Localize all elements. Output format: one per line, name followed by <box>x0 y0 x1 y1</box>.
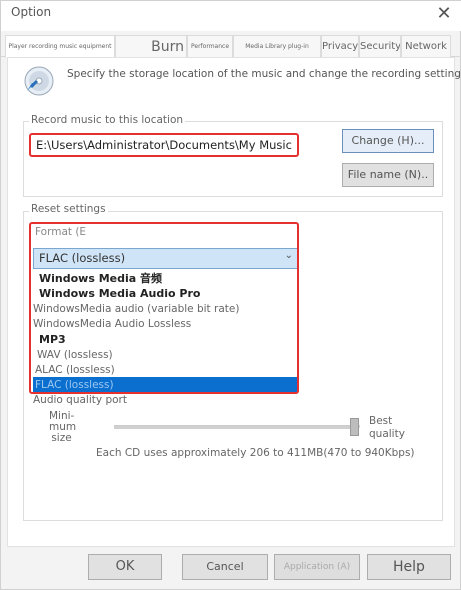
record-location-label: Record music to this location <box>29 114 186 126</box>
change-location-button[interactable]: Change (H)... <box>342 129 434 153</box>
tab-privacy[interactable]: Privacy <box>321 35 359 57</box>
panel-description: Specify the storage location of the musi… <box>67 68 461 80</box>
tab-security[interactable]: Security <box>359 35 401 57</box>
record-path-field[interactable]: E:\Users\Administrator\Documents\My Musi… <box>29 133 299 157</box>
min-size-label: Mini-mum size <box>49 410 77 444</box>
title-bar: Option ✕ <box>1 1 461 31</box>
slider-fill <box>114 426 350 429</box>
options-dialog: Option ✕ Player recording music equipmen… <box>0 0 461 590</box>
tab-performance[interactable]: Performance <box>187 35 233 57</box>
size-estimate-text: Each CD uses approximately 206 to 411MB(… <box>96 447 415 459</box>
ok-button[interactable]: OK <box>88 554 162 580</box>
file-name-button[interactable]: File name (N).. <box>342 163 434 187</box>
cancel-button[interactable]: Cancel <box>182 554 268 580</box>
slider-thumb[interactable] <box>350 418 359 436</box>
format-highlight-frame <box>29 222 299 394</box>
tab-rip-music[interactable]: Player recording music equipment <box>5 35 115 58</box>
help-button[interactable]: Help <box>367 554 451 580</box>
cd-rip-icon <box>23 65 55 97</box>
tab-media-library-plugin[interactable]: Media Library plug-in <box>233 35 321 57</box>
best-quality-label: Best quality <box>369 415 405 440</box>
close-icon[interactable]: ✕ <box>433 3 455 25</box>
tab-strip: Player recording music equipment Burn Pe… <box>1 35 461 58</box>
audio-quality-label: Audio quality port <box>33 394 127 406</box>
tab-burn[interactable]: Burn <box>115 35 187 57</box>
tab-network[interactable]: Network <box>401 35 451 57</box>
audio-quality-slider[interactable] <box>114 425 360 429</box>
apply-button[interactable]: Application (A) <box>274 554 360 580</box>
reset-settings-label: Reset settings <box>29 203 108 215</box>
window-title: Option <box>11 5 52 19</box>
